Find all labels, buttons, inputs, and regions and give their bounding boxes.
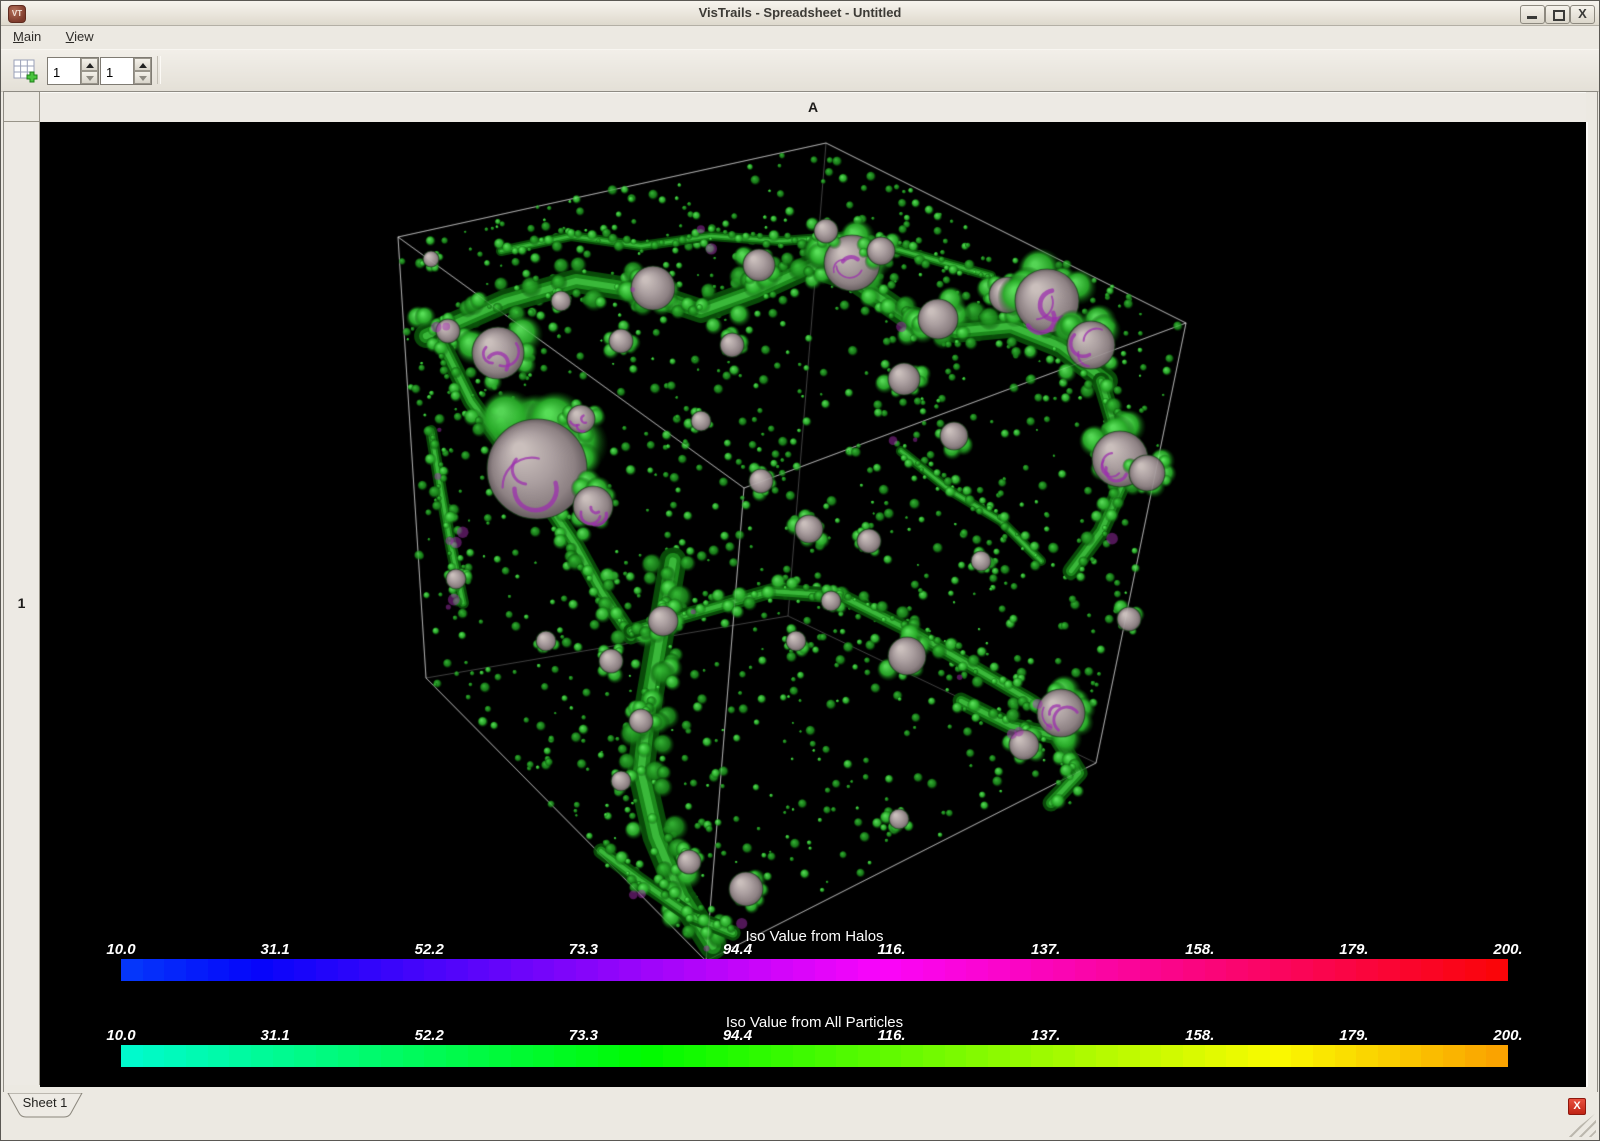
scalar-bar-gradient — [121, 959, 1508, 981]
toolbar-separator — [157, 56, 161, 84]
menu-main[interactable]: Main — [5, 26, 49, 47]
col-count-down-button[interactable] — [134, 71, 151, 84]
row-count-spinbox — [47, 57, 99, 85]
row-count-down-button[interactable] — [81, 71, 98, 84]
scalar-bar-tick-labels: 10.031.152.273.394.4116.137.158.179.200. — [121, 1027, 1508, 1043]
status-bar — [1, 1119, 1599, 1140]
minimize-icon — [1527, 16, 1537, 19]
row-header-1[interactable]: 1 — [4, 122, 40, 1085]
up-arrow-icon — [139, 63, 147, 68]
sheet-tab-label: Sheet 1 — [7, 1095, 83, 1110]
close-sheet-button[interactable]: X — [1568, 1098, 1586, 1115]
grid-add-icon — [11, 57, 39, 84]
corner-header-cell[interactable] — [4, 92, 40, 122]
minimize-button[interactable] — [1520, 5, 1545, 24]
down-arrow-icon — [86, 76, 94, 81]
scalar-bar-gradient — [121, 1045, 1508, 1067]
spreadsheet-cell-A1: Iso Value from Halos 10.031.152.273.394.… — [40, 122, 1588, 1087]
menu-bar: Main View — [1, 26, 1599, 49]
window-title: VisTrails - Spreadsheet - Untitled — [1, 1, 1599, 25]
sheet-tab[interactable]: Sheet 1 — [7, 1093, 83, 1119]
column-header-A[interactable]: A — [40, 92, 1586, 123]
up-arrow-icon — [86, 63, 94, 68]
maximize-button[interactable] — [1545, 5, 1570, 24]
menu-view[interactable]: View — [58, 26, 102, 47]
row-count-up-button[interactable] — [81, 58, 98, 71]
close-button[interactable]: X — [1570, 5, 1595, 24]
col-count-spinbox — [100, 57, 152, 85]
toolbar — [1, 49, 1599, 92]
sheet-tab-bar: Sheet 1 X — [1, 1092, 1599, 1119]
close-icon: X — [1571, 6, 1594, 23]
down-arrow-icon — [139, 76, 147, 81]
vistrails-spreadsheet-window: VT VisTrails - Spreadsheet - Untitled X … — [0, 0, 1600, 1141]
scalar-bar-all-particles[interactable]: Iso Value from All Particles 10.031.152.… — [121, 1014, 1508, 1067]
new-sheet-button[interactable] — [11, 57, 39, 84]
row-header-label: 1 — [4, 595, 39, 611]
col-count-up-button[interactable] — [134, 58, 151, 71]
scalar-bar-halos[interactable]: Iso Value from Halos 10.031.152.273.394.… — [121, 928, 1508, 981]
title-bar[interactable]: VT VisTrails - Spreadsheet - Untitled X — [1, 1, 1599, 26]
spreadsheet-area: A 1 Iso Value from Halos 10.031.152.273.… — [3, 91, 1598, 1094]
scalar-bar-tick-labels: 10.031.152.273.394.4116.137.158.179.200. — [121, 941, 1508, 957]
maximize-icon — [1553, 10, 1565, 21]
